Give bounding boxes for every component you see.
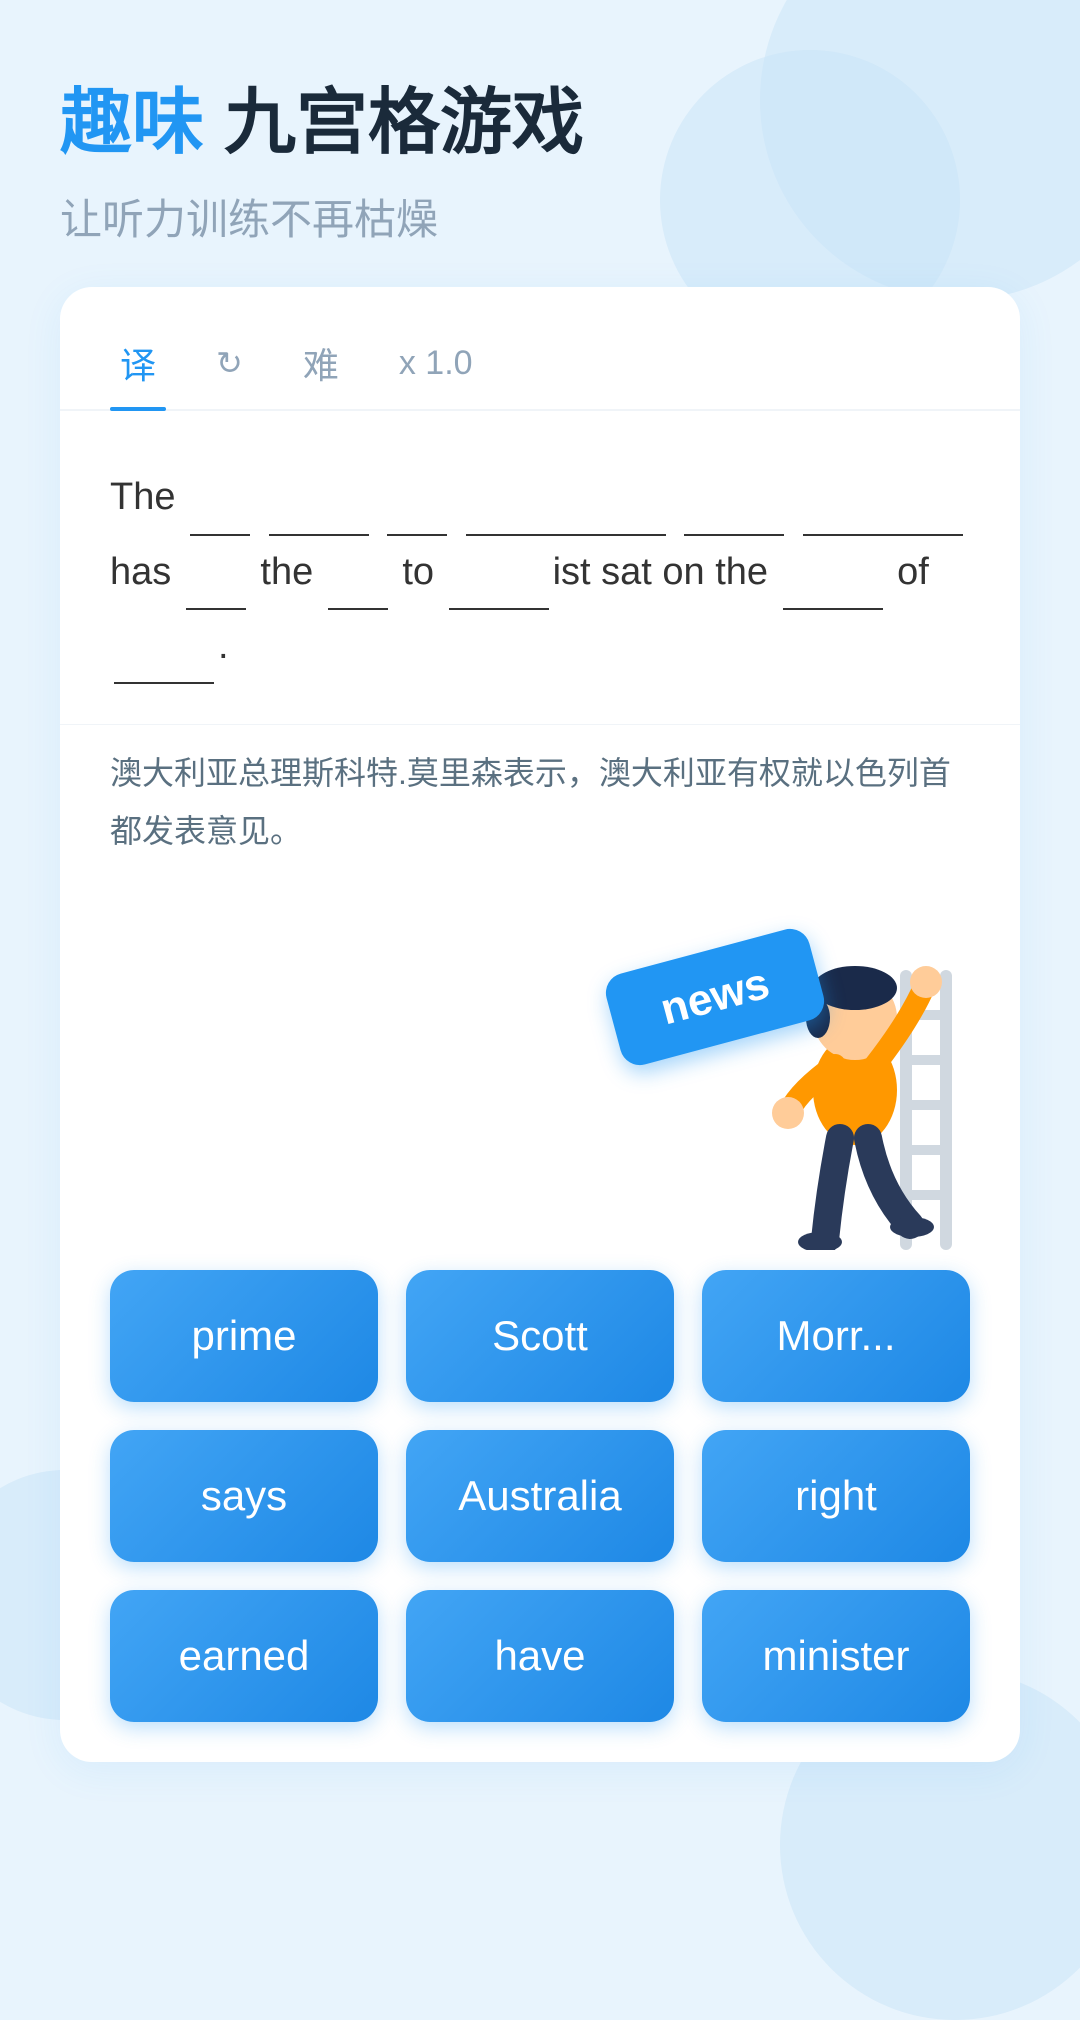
blank-5 xyxy=(684,461,784,535)
word-btn-prime[interactable]: prime xyxy=(110,1270,378,1402)
word-btn-right[interactable]: right xyxy=(702,1430,970,1562)
the-of-text: of xyxy=(897,551,929,593)
word-grid: prime Scott Morr... says Australia right… xyxy=(60,1270,1020,1722)
blank-2 xyxy=(269,461,369,535)
tab-speed[interactable]: x 1.0 xyxy=(389,324,483,403)
blank-1 xyxy=(190,461,250,535)
game-card: 译 ↻ 难 x 1.0 The has the to xyxy=(60,287,1020,1762)
sentence-area: The has the to ist sat on the of xyxy=(60,411,1020,714)
tab-refresh[interactable]: ↻ xyxy=(206,324,253,402)
page-title: 趣味 九宫格游戏 xyxy=(60,80,1020,166)
character-illustration xyxy=(700,870,980,1250)
blank-3 xyxy=(387,461,447,535)
tab-bar: 译 ↻ 难 x 1.0 xyxy=(60,287,1020,411)
blank-10 xyxy=(783,536,883,610)
translation-text: 澳大利亚总理斯科特.莫里森表示，澳大利亚有权就以色列首都发表意见。 xyxy=(110,745,970,860)
word-btn-earned[interactable]: earned xyxy=(110,1590,378,1722)
title-rest: 九宫格游戏 xyxy=(204,83,584,163)
tab-hard[interactable]: 难 xyxy=(293,317,349,409)
header: 趣味 九宫格游戏 让听力训练不再枯燥 xyxy=(60,80,1020,247)
blank-11 xyxy=(114,610,214,684)
word-btn-australia[interactable]: Australia xyxy=(406,1430,674,1562)
character-svg xyxy=(700,870,980,1250)
sentence-text: The has the to ist sat on the of xyxy=(110,461,970,684)
word-btn-says[interactable]: says xyxy=(110,1430,378,1562)
blank-9 xyxy=(449,536,549,610)
blank-8 xyxy=(328,536,388,610)
title-highlight: 趣味 xyxy=(60,83,204,163)
blank-4 xyxy=(466,461,666,535)
word-btn-morrison[interactable]: Morr... xyxy=(702,1270,970,1402)
page-subtitle: 让听力训练不再枯燥 xyxy=(60,186,1020,247)
word-btn-scott[interactable]: Scott xyxy=(406,1270,674,1402)
tab-translate[interactable]: 译 xyxy=(110,317,166,409)
word-btn-have[interactable]: have xyxy=(406,1590,674,1722)
word-btn-minister[interactable]: minister xyxy=(702,1590,970,1722)
blank-7 xyxy=(186,536,246,610)
illustration-area: news xyxy=(60,930,1020,1250)
blank-6 xyxy=(803,461,963,535)
